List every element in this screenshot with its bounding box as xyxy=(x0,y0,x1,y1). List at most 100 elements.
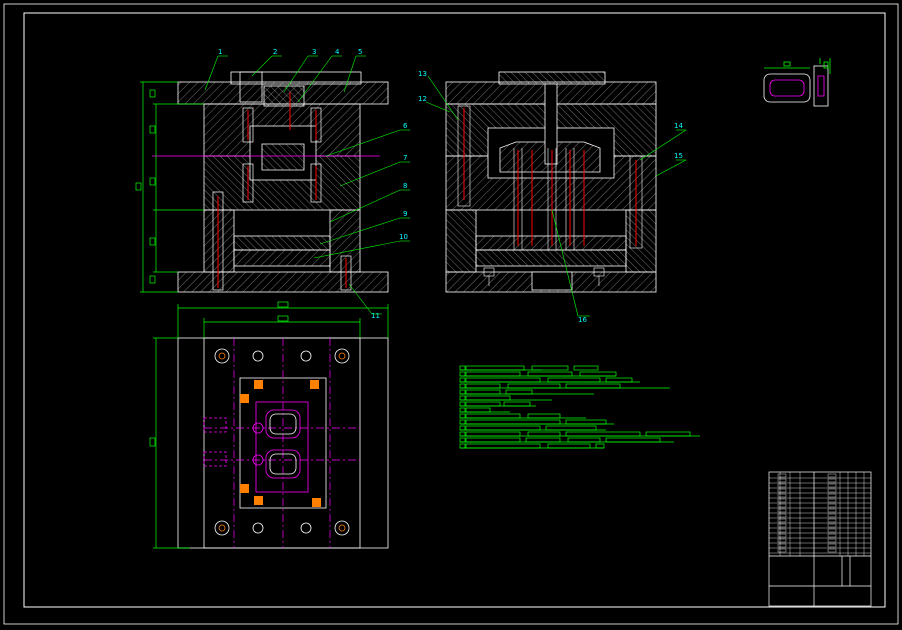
note-text-block xyxy=(579,371,617,377)
note-marker xyxy=(459,425,466,431)
note-text-block xyxy=(465,401,501,407)
note-text-block xyxy=(465,395,511,401)
title-block-entry xyxy=(777,508,787,513)
note-marker xyxy=(459,437,466,443)
part-label-11: 11 xyxy=(371,312,380,320)
part-label-2: 2 xyxy=(273,48,277,56)
note-marker xyxy=(459,377,466,383)
title-block-entry xyxy=(777,538,787,543)
title-block-entry xyxy=(777,513,787,518)
title-block-entry xyxy=(827,548,837,553)
cad-drawing-canvas: 1 2 3 4 5 6 7 8 9 10 11 12 13 14 15 16 xyxy=(3,3,899,625)
plan-view-cavity-outline xyxy=(203,401,309,493)
part-label-12: 12 xyxy=(418,95,427,103)
title-block-entry xyxy=(827,528,837,533)
part-thumbnail xyxy=(763,58,831,107)
note-marker xyxy=(459,383,466,389)
note-text-block xyxy=(505,389,533,395)
part-label-1: 1 xyxy=(218,48,222,56)
part-label-6: 6 xyxy=(403,122,408,130)
note-text-block xyxy=(595,443,605,449)
part-label-15: 15 xyxy=(674,152,683,160)
note-text-block xyxy=(465,407,491,413)
note-text-block xyxy=(525,437,561,443)
note-text-block xyxy=(605,437,661,443)
part-label-14: 14 xyxy=(674,122,683,130)
part-label-3: 3 xyxy=(312,48,316,56)
title-block-entry xyxy=(777,548,787,553)
title-block-entry xyxy=(777,478,787,483)
note-marker xyxy=(459,401,466,407)
title-block-entry xyxy=(827,488,837,493)
note-text-block xyxy=(545,425,597,431)
note-text-block xyxy=(527,371,573,377)
part-label-5: 5 xyxy=(358,48,362,56)
note-text-block xyxy=(465,389,501,395)
title-block-entry xyxy=(777,498,787,503)
front-section-view xyxy=(177,71,389,293)
title-block-entry xyxy=(827,498,837,503)
plan-view-dimensions xyxy=(149,301,389,549)
plan-view-screws xyxy=(214,348,350,536)
note-text-block xyxy=(503,401,531,407)
title-block-entry xyxy=(827,493,837,498)
note-marker xyxy=(459,365,466,371)
note-text-block xyxy=(465,383,501,389)
note-marker xyxy=(459,389,466,395)
title-block-entry xyxy=(827,523,837,528)
note-text-block xyxy=(565,431,641,437)
title-block-entry xyxy=(827,503,837,508)
note-text-block xyxy=(531,365,569,371)
title-block-entry xyxy=(827,513,837,518)
note-marker xyxy=(459,413,466,419)
note-marker xyxy=(459,431,466,437)
note-text-block xyxy=(527,431,561,437)
title-block-entry xyxy=(827,483,837,488)
plan-view-cooling-channels xyxy=(240,380,321,507)
title-block-entry xyxy=(777,503,787,508)
note-marker xyxy=(459,443,466,449)
title-block-entry xyxy=(827,473,837,478)
note-marker xyxy=(459,419,466,425)
title-block-entry xyxy=(777,543,787,548)
title-block-entry xyxy=(777,518,787,523)
note-text-block xyxy=(567,437,601,443)
part-label-7: 7 xyxy=(403,154,407,162)
note-text-block xyxy=(465,365,525,371)
note-text-block xyxy=(527,413,561,419)
note-text-block xyxy=(465,371,521,377)
title-block-entry xyxy=(777,488,787,493)
plan-view-centerlines xyxy=(204,338,360,548)
title-block-entry xyxy=(777,523,787,528)
note-text-block xyxy=(465,437,521,443)
part-label-10: 10 xyxy=(399,233,408,241)
title-block-entry xyxy=(827,533,837,538)
note-text-block xyxy=(573,365,599,371)
note-text-block xyxy=(465,431,521,437)
note-text-block xyxy=(465,377,541,383)
note-text-block xyxy=(605,377,633,383)
note-marker xyxy=(459,395,466,401)
part-label-8: 8 xyxy=(403,182,407,190)
title-block-entry xyxy=(777,483,787,488)
note-text-block xyxy=(565,383,621,389)
title-block-entry xyxy=(777,473,787,478)
part-label-16: 16 xyxy=(578,316,587,324)
note-marker xyxy=(459,371,466,377)
note-text-block xyxy=(465,443,541,449)
note-text-block xyxy=(465,425,541,431)
title-block-entry xyxy=(827,518,837,523)
note-text-block xyxy=(507,383,561,389)
part-label-13: 13 xyxy=(418,70,427,78)
part-label-9: 9 xyxy=(403,210,407,218)
note-text-block xyxy=(645,431,691,437)
part-label-4: 4 xyxy=(335,48,340,56)
note-text-block xyxy=(565,419,607,425)
title-block-entry xyxy=(777,528,787,533)
title-block-entry xyxy=(777,493,787,498)
technical-notes xyxy=(459,365,700,449)
note-text-block xyxy=(547,377,601,383)
title-block xyxy=(768,471,872,607)
note-text-block xyxy=(547,443,591,449)
front-view-dimensions xyxy=(135,81,204,293)
